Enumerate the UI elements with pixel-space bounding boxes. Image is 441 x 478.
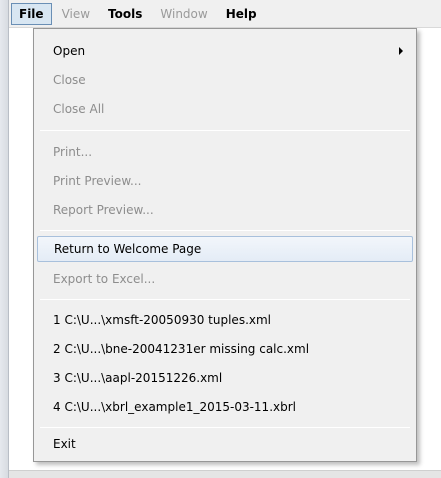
menu-item-report-preview[interactable]: Report Preview... bbox=[37, 197, 413, 223]
menu-item-print-preview[interactable]: Print Preview... bbox=[37, 168, 413, 194]
menu-separator bbox=[40, 230, 410, 231]
menu-item-exit[interactable]: Exit bbox=[37, 431, 413, 457]
menu-item-return-welcome[interactable]: Return to Welcome Page bbox=[37, 236, 413, 262]
menu-help[interactable]: Help bbox=[218, 3, 265, 25]
menu-item-recent-3[interactable]: 3 C:\U...\aapl-20151226.xml bbox=[37, 365, 413, 391]
menu-item-recent-1[interactable]: 1 C:\U...\xmsft-20050930 tuples.xml bbox=[37, 307, 413, 333]
menu-item-recent-4[interactable]: 4 C:\U...\xbrl_example1_2015-03-11.xbrl bbox=[37, 394, 413, 420]
application-window: File View Tools Window Help Open Close C… bbox=[0, 0, 441, 478]
menu-item-open[interactable]: Open bbox=[37, 38, 413, 64]
menu-separator bbox=[40, 427, 410, 428]
menu-item-print[interactable]: Print... bbox=[37, 139, 413, 165]
menu-view[interactable]: View bbox=[54, 3, 98, 25]
file-menu-dropdown: Open Close Close All Print... Print Prev… bbox=[33, 28, 417, 462]
menu-separator bbox=[40, 299, 410, 300]
menu-tools[interactable]: Tools bbox=[100, 3, 150, 25]
menu-item-close-all[interactable]: Close All bbox=[37, 96, 413, 122]
submenu-arrow-icon bbox=[399, 47, 403, 55]
window-bottom-edge bbox=[9, 470, 441, 478]
menu-item-close[interactable]: Close bbox=[37, 67, 413, 93]
menu-file[interactable]: File bbox=[11, 2, 52, 25]
window-left-edge bbox=[0, 0, 9, 478]
menu-item-export-excel[interactable]: Export to Excel... bbox=[37, 266, 413, 292]
menu-separator bbox=[40, 130, 410, 131]
menu-item-open-label: Open bbox=[53, 44, 86, 58]
menu-window[interactable]: Window bbox=[152, 3, 215, 25]
menu-item-recent-2[interactable]: 2 C:\U...\bne-20041231er missing calc.xm… bbox=[37, 336, 413, 362]
menu-bar: File View Tools Window Help bbox=[9, 0, 441, 28]
